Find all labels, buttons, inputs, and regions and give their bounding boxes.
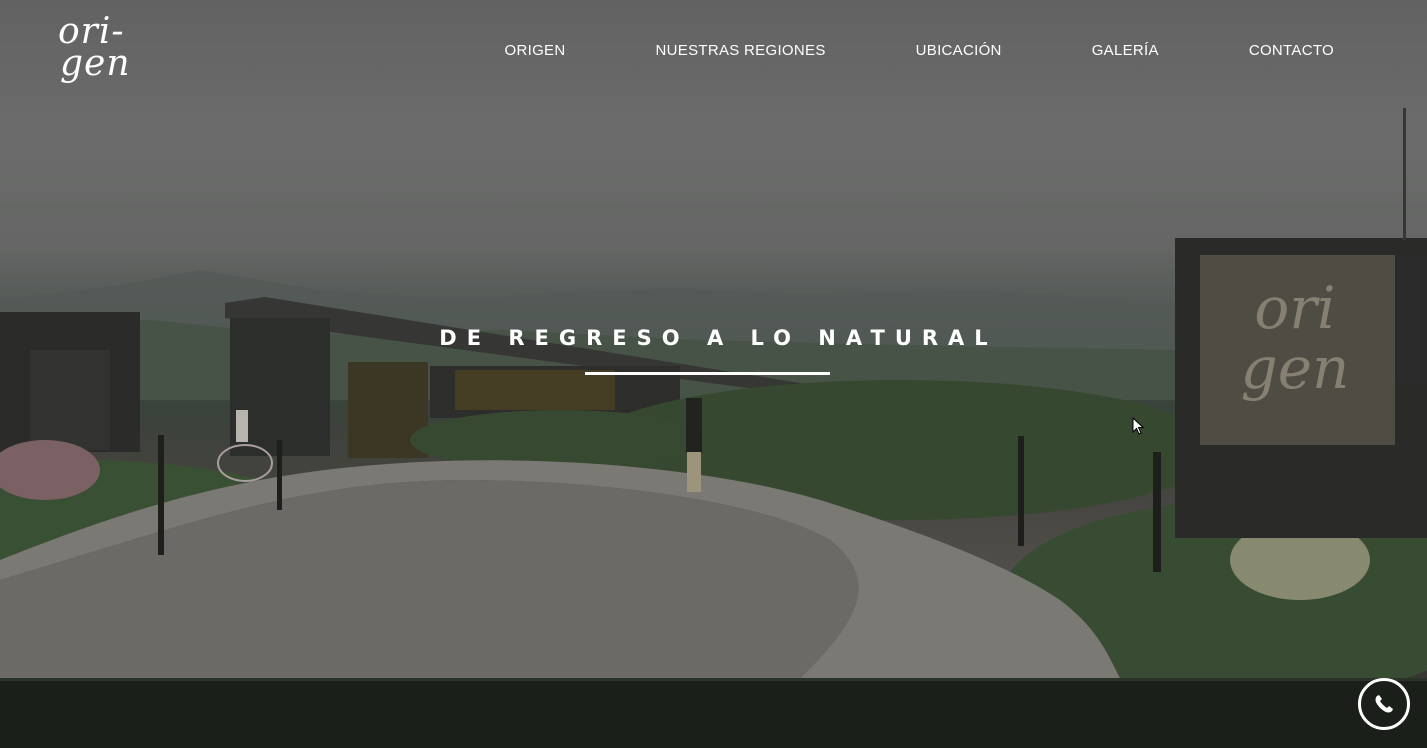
nav-item-galeria[interactable]: GALERÍA <box>1092 42 1159 59</box>
hero-tagline: DE REGRESO A LO NATURAL <box>439 326 998 350</box>
whatsapp-button[interactable] <box>1358 678 1410 730</box>
site-logo[interactable]: ori- gen <box>58 14 138 88</box>
tagline-underline <box>585 372 830 375</box>
nav-item-origen[interactable]: ORIGEN <box>505 42 566 59</box>
mouse-cursor-icon <box>1132 417 1145 435</box>
footer-section <box>0 678 1427 748</box>
logo-line2: gen <box>60 43 131 84</box>
main-nav: ORIGEN NUESTRAS REGIONES UBICACIÓN GALER… <box>505 42 1334 59</box>
nav-item-contacto[interactable]: CONTACTO <box>1249 42 1334 59</box>
whatsapp-icon <box>1375 695 1393 713</box>
nav-item-ubicacion[interactable]: UBICACIÓN <box>916 42 1002 59</box>
nav-item-nuestras-regiones[interactable]: NUESTRAS REGIONES <box>656 42 826 59</box>
